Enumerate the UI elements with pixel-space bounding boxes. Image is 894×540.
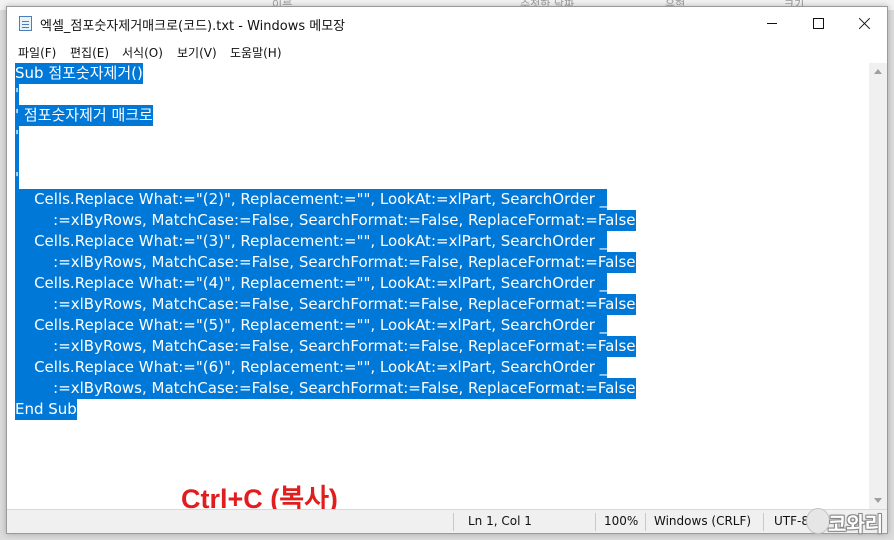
title-bar[interactable]: 엑셀_점포숫자제거매크로(코드).txt - Windows 메모장 [7,7,887,40]
code-line: ' [15,168,636,189]
code-line-text: :=xlByRows, MatchCase:=False, SearchForm… [15,210,636,231]
watermark: 코와리 [806,506,892,538]
menu-edit[interactable]: 편집(E) [70,44,109,61]
menu-file[interactable]: 파일(F) [18,44,56,61]
code-line-text: Cells.Replace What:="(2)", Replacement:=… [15,189,608,210]
code-line-text: Cells.Replace What:="(5)", Replacement:=… [15,315,608,336]
code-line [15,147,636,168]
code-line: Cells.Replace What:="(4)", Replacement:=… [15,273,636,294]
notepad-icon [19,16,32,31]
code-line: ' [15,126,636,147]
code-line-text: :=xlByRows, MatchCase:=False, SearchForm… [15,252,636,273]
code-line-text: ' 점포숫자제거 매크로 [15,105,153,126]
code-line-text: :=xlByRows, MatchCase:=False, SearchForm… [15,378,636,399]
code-line-text: End Sub [15,399,77,420]
code-line: Cells.Replace What:="(5)", Replacement:=… [15,315,636,336]
minimize-button[interactable] [749,7,795,40]
menu-bar: 파일(F) 편집(E) 서식(O) 보기(V) 도움말(H) [7,40,887,62]
code-line: Cells.Replace What:="(6)", Replacement:=… [15,357,636,378]
code-line-text: Sub 점포숫자제거() [15,63,143,84]
status-divider [763,513,764,531]
code-line-text: Cells.Replace What:="(6)", Replacement:=… [15,357,608,378]
code-line: Cells.Replace What:="(2)", Replacement:=… [15,189,636,210]
code-line-text: :=xlByRows, MatchCase:=False, SearchForm… [15,336,636,357]
code-line: :=xlByRows, MatchCase:=False, SearchForm… [15,336,636,357]
copy-shortcut-annotation: Ctrl+C (복사) [181,484,338,509]
cursor-position: Ln 1, Col 1 [468,514,532,528]
close-icon [858,17,871,30]
watermark-logo-icon [806,508,830,534]
menu-help[interactable]: 도움말(H) [230,44,282,61]
scroll-up-arrow-icon[interactable] [874,69,882,74]
code-line-text: ' [15,84,20,105]
code-line: ' [15,84,636,105]
code-line-text [15,147,19,168]
text-editor[interactable]: Sub 점포숫자제거() ' ' 점포숫자제거 매크로 ' ' Cells.Replac… [7,63,869,509]
code-line: :=xlByRows, MatchCase:=False, SearchForm… [15,378,636,399]
maximize-icon [812,18,824,29]
status-bar: Ln 1, Col 1 100% Windows (CRLF) UTF-8 [7,509,887,533]
code-line-text: :=xlByRows, MatchCase:=False, SearchForm… [15,294,636,315]
code-line: ' 점포숫자제거 매크로 [15,105,636,126]
code-line: :=xlByRows, MatchCase:=False, SearchForm… [15,252,636,273]
code-line-text: ' [15,168,20,189]
code-line-text: Cells.Replace What:="(4)", Replacement:=… [15,273,608,294]
code-line-text: ' [15,126,20,147]
minimize-icon [767,23,777,24]
code-lines: Sub 점포숫자제거() ' ' 점포숫자제거 매크로 ' ' Cells.Replac… [15,63,636,420]
menu-format[interactable]: 서식(O) [122,44,163,61]
vertical-scrollbar[interactable] [869,63,887,509]
close-button[interactable] [841,7,887,40]
encoding: UTF-8 [774,514,809,528]
scroll-down-arrow-icon[interactable] [874,498,882,503]
status-divider [453,513,454,531]
code-line: Cells.Replace What:="(3)", Replacement:=… [15,231,636,252]
maximize-button[interactable] [795,7,841,40]
code-line: End Sub [15,399,636,420]
code-line-text: Cells.Replace What:="(3)", Replacement:=… [15,231,608,252]
watermark-text: 코와리 [828,512,884,536]
zoom-level: 100% [604,514,639,528]
window-title: 엑셀_점포숫자제거매크로(코드).txt - Windows 메모장 [40,19,346,34]
code-line: Sub 점포숫자제거() [15,63,636,84]
notepad-window: 엑셀_점포숫자제거매크로(코드).txt - Windows 메모장 파일(F)… [6,6,888,534]
code-line: :=xlByRows, MatchCase:=False, SearchForm… [15,210,636,231]
status-divider [645,513,646,531]
code-line: :=xlByRows, MatchCase:=False, SearchForm… [15,294,636,315]
line-ending: Windows (CRLF) [654,514,752,528]
menu-view[interactable]: 보기(V) [177,44,217,61]
status-divider [595,513,596,531]
